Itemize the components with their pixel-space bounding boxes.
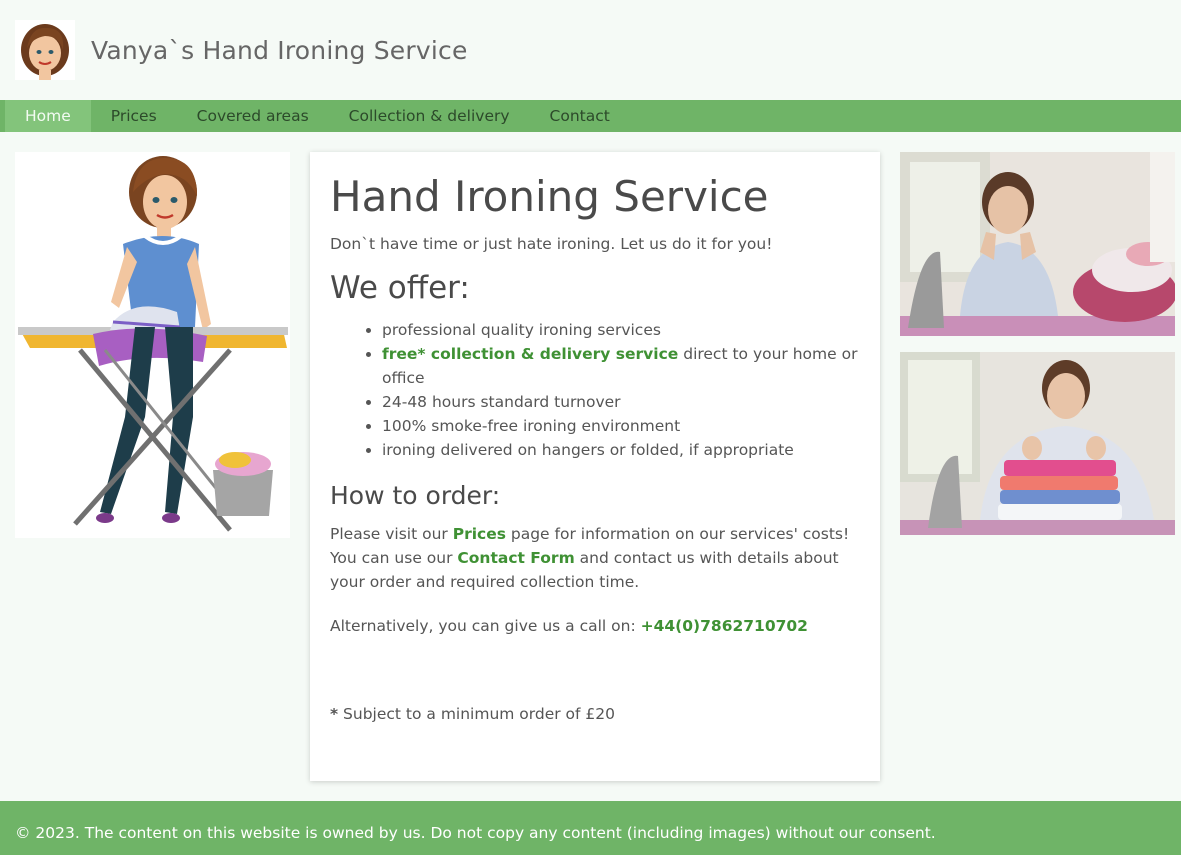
- woman-avatar-icon: [21, 24, 69, 80]
- minimum-order-note: * Subject to a minimum order of £20: [330, 702, 860, 726]
- main-nav: Home Prices Covered areas Collection & d…: [0, 100, 1181, 132]
- site-title: Vanya`s Hand Ironing Service: [91, 35, 468, 65]
- list-item-text: professional quality ironing services: [382, 321, 661, 339]
- site-header: Vanya`s Hand Ironing Service: [0, 0, 1181, 100]
- logo[interactable]: [15, 20, 75, 80]
- list-item-text: 24-48 hours standard turnover: [382, 393, 621, 411]
- call-paragraph: Alternatively, you can give us a call on…: [330, 614, 860, 638]
- ironing-woman-illustration: [15, 152, 290, 538]
- order-paragraph: Please visit our Prices page for informa…: [330, 522, 860, 594]
- nav-item-home[interactable]: Home: [5, 100, 91, 132]
- list-item: ironing delivered on hangers or folded, …: [382, 438, 860, 462]
- order-heading: How to order:: [330, 481, 501, 510]
- happy-woman-towels-photo: [900, 352, 1175, 535]
- main-content: Hand Ironing Service Don`t have time or …: [310, 152, 880, 781]
- nav-item-prices[interactable]: Prices: [91, 100, 177, 132]
- collection-delivery-link[interactable]: free* collection & delivery service: [382, 345, 678, 363]
- order-text: Please visit our: [330, 525, 453, 543]
- prices-link[interactable]: Prices: [453, 525, 506, 543]
- offer-heading: We offer:: [330, 270, 470, 306]
- note-star: *: [330, 705, 339, 723]
- contact-form-link[interactable]: Contact Form: [457, 549, 574, 567]
- intro-text: Don`t have time or just hate ironing. Le…: [330, 235, 773, 253]
- bored-woman-photo: [900, 152, 1175, 336]
- list-item: 24-48 hours standard turnover: [382, 390, 860, 414]
- note-text: Subject to a minimum order of £20: [338, 705, 616, 723]
- page-title: Hand Ironing Service: [330, 172, 769, 221]
- call-text: Alternatively, you can give us a call on…: [330, 617, 641, 635]
- phone-link[interactable]: +44(0)7862710702: [641, 617, 808, 635]
- offer-list: professional quality ironing services fr…: [382, 318, 860, 462]
- list-item: professional quality ironing services: [382, 318, 860, 342]
- list-item-text: ironing delivered on hangers or folded, …: [382, 441, 794, 459]
- list-item-text: 100% smoke-free ironing environment: [382, 417, 681, 435]
- nav-item-covered-areas[interactable]: Covered areas: [177, 100, 329, 132]
- copyright-text: © 2023. The content on this website is o…: [15, 824, 936, 842]
- nav-item-collection-delivery[interactable]: Collection & delivery: [329, 100, 530, 132]
- site-footer: © 2023. The content on this website is o…: [0, 801, 1181, 855]
- list-item: free* collection & delivery service dire…: [382, 342, 860, 390]
- list-item: 100% smoke-free ironing environment: [382, 414, 860, 438]
- nav-item-contact[interactable]: Contact: [530, 100, 630, 132]
